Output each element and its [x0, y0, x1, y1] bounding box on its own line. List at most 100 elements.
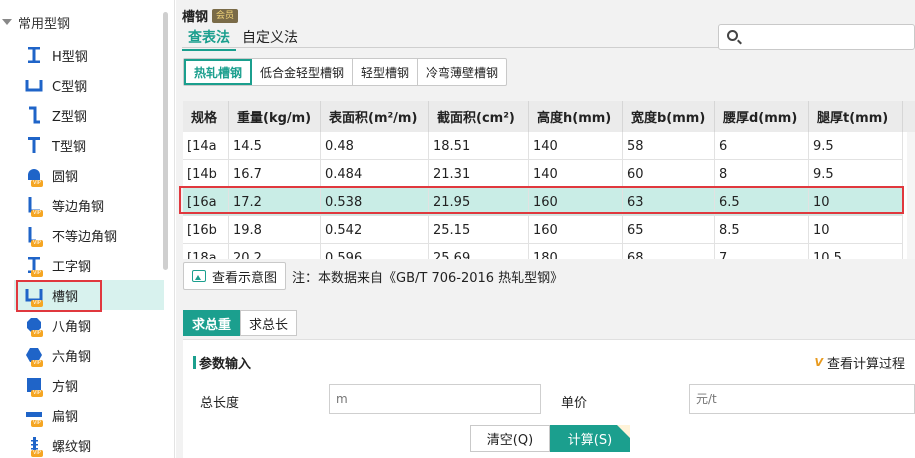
sidebar-item-label: 八角钢 — [52, 319, 92, 335]
vip-corner-icon — [617, 425, 630, 438]
sidebar-item-t-beam[interactable]: T型钢 — [14, 130, 164, 160]
table-cell: 0.596 — [321, 244, 429, 259]
table-cell: 20.2 — [229, 244, 321, 259]
sidebar-group-label: 常用型钢 — [18, 16, 71, 32]
sidebar-item-hexagon-steel[interactable]: VIP 六角钢 — [14, 340, 164, 370]
image-icon — [192, 270, 206, 282]
subtab-low-alloy-light[interactable]: 低合金轻型槽钢 — [252, 59, 354, 85]
sidebar-item-label: Z型钢 — [52, 109, 87, 125]
tab-total-length[interactable]: 求总长 — [240, 310, 298, 336]
sidebar-item-label: 不等边角钢 — [52, 229, 118, 245]
sidebar-item-h-beam[interactable]: H型钢 — [14, 40, 164, 70]
sidebar-item-label: 螺纹钢 — [52, 439, 92, 455]
sidebar-item-z-beam[interactable]: Z型钢 — [14, 100, 164, 130]
view-diagram-button[interactable]: 查看示意图 — [183, 262, 287, 290]
vip-icon: VIP — [31, 270, 43, 277]
caret-down-icon — [2, 19, 12, 25]
table-cell: 0.542 — [321, 216, 429, 244]
table-cell: 60 — [623, 160, 715, 188]
col-header[interactable]: 表面积(m²/m) — [321, 101, 429, 132]
subtab-light[interactable]: 轻型槽钢 — [353, 59, 419, 85]
table-cell: 65 — [623, 216, 715, 244]
sidebar-item-c-beam[interactable]: C型钢 — [14, 70, 164, 100]
equal-angle-icon: VIP — [22, 194, 46, 217]
clear-button[interactable]: 清空(Q) — [470, 425, 550, 452]
sidebar-item-round-steel[interactable]: VIP 圆钢 — [14, 160, 164, 190]
table-cell: 14.5 — [229, 132, 321, 160]
sidebar-item-label: 六角钢 — [52, 349, 92, 365]
vip-icon: VIP — [31, 360, 43, 367]
table-cell: 10.5 — [809, 244, 903, 259]
sidebar-item-square-steel[interactable]: VIP 方钢 — [14, 370, 164, 400]
data-source-note: 注：本数据来自《GB/T 706-2016 热轧型钢》 — [292, 270, 564, 286]
col-header[interactable]: 高度h(mm) — [529, 101, 623, 132]
search-icon — [727, 30, 738, 41]
hexagon-steel-icon: VIP — [22, 344, 46, 367]
col-header[interactable]: 腿厚t(mm) — [809, 101, 903, 132]
table-cell: 6 — [715, 132, 809, 160]
flat-steel-icon: VIP — [22, 404, 46, 427]
table-cell: [16b — [183, 216, 229, 244]
table-cell: 68 — [623, 244, 715, 259]
sidebar-item-i-beam[interactable]: VIP 工字钢 — [14, 250, 164, 280]
round-steel-icon: VIP — [22, 164, 46, 187]
col-header[interactable]: 腰厚d(mm) — [715, 101, 809, 132]
table-cell: 25.15 — [429, 216, 529, 244]
col-header[interactable]: 宽度b(mm) — [623, 101, 715, 132]
length-label: 总长度 — [200, 396, 240, 411]
t-beam-icon — [22, 134, 46, 156]
vip-icon: VIP — [31, 420, 43, 427]
table-cell: 19.8 — [229, 216, 321, 244]
sidebar-item-label: T型钢 — [52, 139, 86, 155]
vip-icon: VIP — [31, 180, 43, 187]
col-header[interactable]: 截面积(cm²) — [429, 101, 529, 132]
sidebar-item-flat-steel[interactable]: VIP 扁钢 — [14, 400, 164, 430]
calc-mode-tabs: 求总重 求总长 — [183, 310, 298, 336]
tab-total-weight[interactable]: 求总重 — [183, 310, 241, 336]
table-cell: 16.7 — [229, 160, 321, 188]
title-row: 槽钢 会员 — [182, 6, 239, 25]
table-row[interactable]: [14b 16.7 0.484 21.31 140 60 8 9.5 — [183, 160, 903, 188]
subtab-hot-rolled[interactable]: 热轧槽钢 — [184, 59, 253, 85]
table-scrollbar[interactable] — [907, 132, 915, 259]
search-input[interactable] — [718, 24, 915, 50]
price-input[interactable] — [689, 384, 915, 414]
table-cell: 10 — [809, 216, 903, 244]
subtab-cold-formed[interactable]: 冷弯薄壁槽钢 — [418, 59, 506, 85]
sidebar-item-label: 工字钢 — [52, 259, 92, 275]
vip-icon: VIP — [31, 330, 43, 337]
view-process-link[interactable]: V 查看计算过程 — [814, 353, 905, 372]
table-cell: 140 — [529, 160, 623, 188]
vip-icon: VIP — [31, 390, 43, 397]
heading-bar — [193, 356, 196, 369]
sidebar-item-label: C型钢 — [52, 79, 88, 95]
table-cell: 0.48 — [321, 132, 429, 160]
col-header[interactable]: 规格 — [183, 101, 229, 132]
length-input[interactable] — [329, 384, 541, 414]
table-cell: 21.31 — [429, 160, 529, 188]
table-footer: 查看示意图 注：本数据来自《GB/T 706-2016 热轧型钢》 — [183, 262, 563, 290]
col-header[interactable]: 重量(kg/m) — [229, 101, 321, 132]
vip-icon: VIP — [31, 240, 43, 247]
sidebar-item-unequal-angle[interactable]: VIP 不等边角钢 — [14, 220, 164, 250]
sidebar-scrollbar[interactable] — [163, 12, 168, 270]
sidebar-group-header[interactable]: 常用型钢 — [0, 10, 165, 34]
vip-icon: V — [814, 356, 823, 369]
sidebar-item-label: 圆钢 — [52, 169, 79, 185]
table-cell: 180 — [529, 244, 623, 259]
sidebar-item-equal-angle[interactable]: VIP 等边角钢 — [14, 190, 164, 220]
table-cell: 140 — [529, 132, 623, 160]
table-row[interactable]: [16b 19.8 0.542 25.15 160 65 8.5 10 — [183, 216, 903, 244]
sidebar-item-rebar[interactable]: VIP 螺纹钢 — [14, 430, 164, 458]
calculate-button[interactable]: 计算(S) — [550, 425, 630, 452]
sidebar-item-octagon-steel[interactable]: VIP 八角钢 — [14, 310, 164, 340]
table-cell: 58 — [623, 132, 715, 160]
z-beam-icon — [22, 104, 46, 126]
sidebar-item-label: 扁钢 — [52, 409, 79, 425]
table-row[interactable]: [18a 20.2 0.596 25.69 180 68 7 10.5 — [183, 244, 903, 259]
calculate-label: 计算(S) — [567, 433, 613, 448]
table-cell: 9.5 — [809, 160, 903, 188]
c-beam-icon — [22, 74, 46, 96]
price-label: 单价 — [561, 396, 588, 411]
table-row[interactable]: [14a 14.5 0.48 18.51 140 58 6 9.5 — [183, 132, 903, 160]
